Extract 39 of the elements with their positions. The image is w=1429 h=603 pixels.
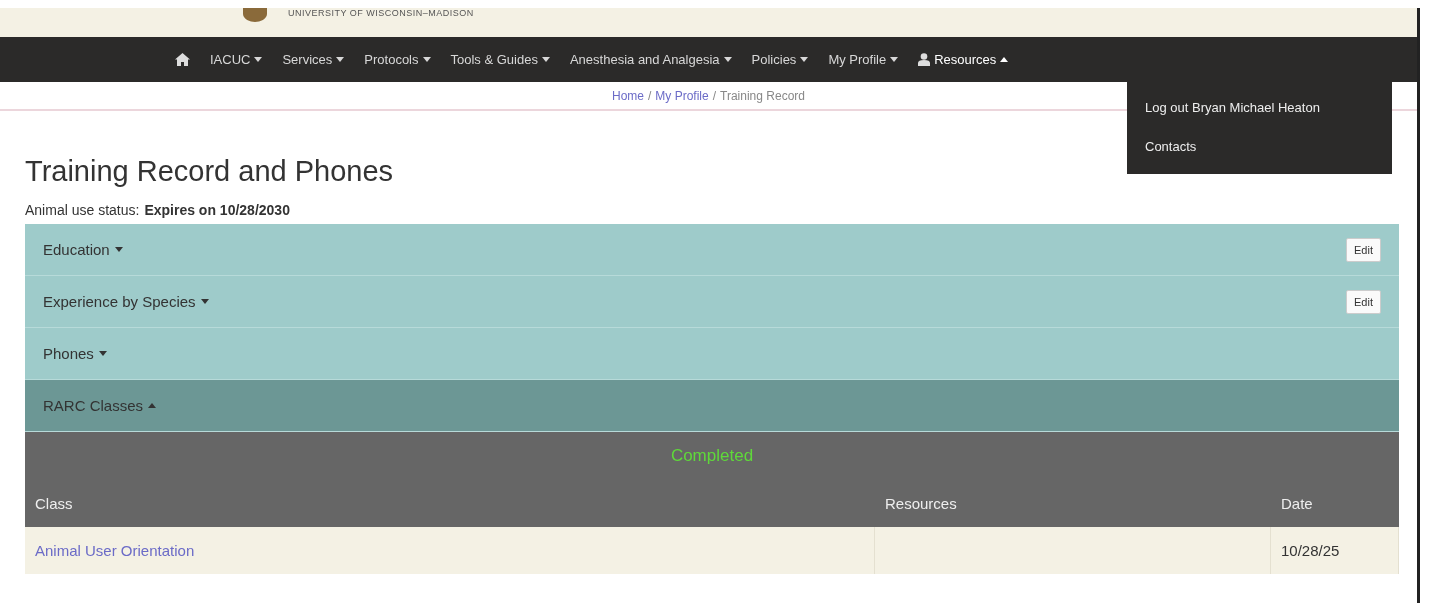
crest-icon [240,8,270,22]
institution-name: UNIVERSITY OF WISCONSIN–MADISON [288,8,474,19]
caret-down-icon [200,299,209,304]
column-header: Date [1271,480,1399,527]
nav-menu[interactable]: Protocols [364,52,431,67]
user-icon [918,53,931,66]
panel-toggle[interactable]: Education [43,241,123,258]
nav-menu[interactable]: IACUC [210,52,263,67]
home-icon [175,53,190,66]
nav-menu[interactable]: Services [282,52,345,67]
column-header: Resources [875,480,1271,527]
menu-item[interactable]: Log out Bryan Michael Heaton [1127,88,1392,127]
class-link[interactable]: Animal User Orientation [35,542,195,559]
caret-up-icon [148,403,157,408]
caret-down-icon [114,247,123,252]
breadcrumb-link[interactable]: My Profile [655,88,709,103]
column-header: Class [25,480,875,527]
nav-menu[interactable]: Tools & Guides [450,52,550,67]
breadcrumb-current: Training Record [720,88,805,103]
home-link[interactable] [175,53,190,66]
nav-menu[interactable]: Policies [751,52,809,67]
breadcrumb-separator: / [712,88,717,103]
edit-button[interactable]: Edit [1346,237,1381,262]
page-title: Training Record and Phones [25,155,395,188]
panel-toggle[interactable]: Experience by Species [43,293,209,310]
caret-down-icon [98,351,107,356]
nav-menu[interactable]: My Profile [828,52,899,67]
status-label: Animal use status: [25,202,140,218]
breadcrumb-separator: / [648,88,652,103]
panel-toggle[interactable]: RARC Classes [43,397,157,414]
edit-button[interactable]: Edit [1346,289,1381,314]
nav-menu[interactable]: Anesthesia and Analgesia [569,52,732,67]
nav-menu[interactable]: Resources [918,52,1009,67]
menu-item[interactable]: Contacts [1127,127,1392,166]
panel-toggle[interactable]: Phones [43,345,107,362]
section-heading: Completed [25,432,1399,480]
table-cell: 10/28/25 [1271,527,1399,574]
status-value: Expires on 10/28/2030 [144,202,290,218]
breadcrumb-link[interactable]: Home [612,88,644,103]
